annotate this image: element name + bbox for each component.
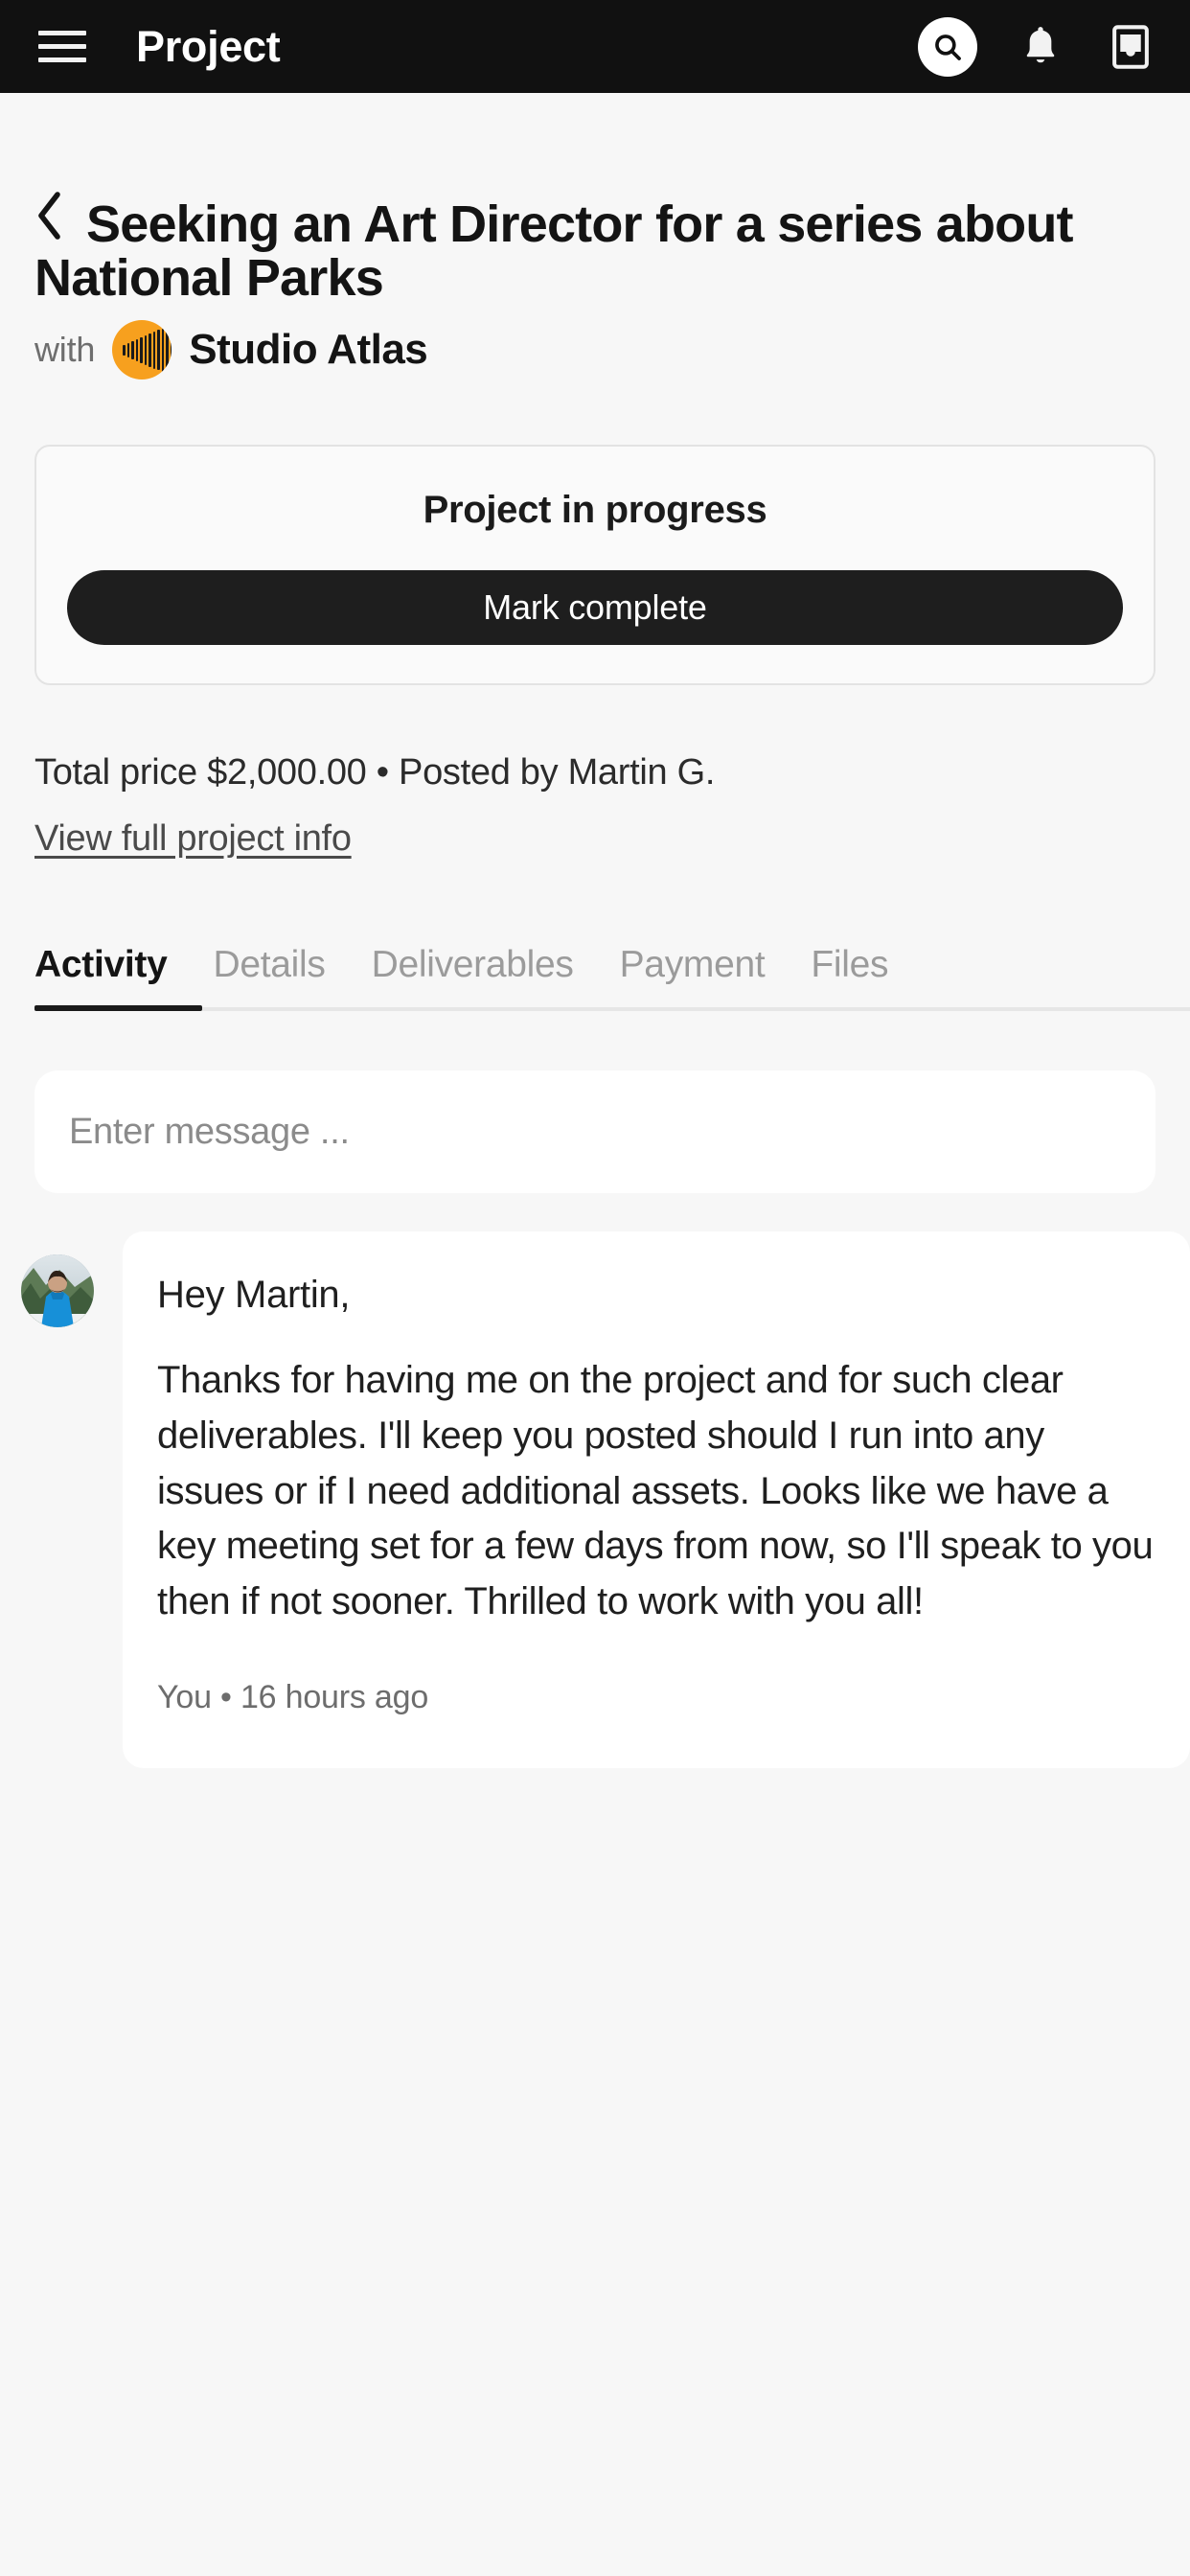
hamburger-menu-icon[interactable] [38,28,86,66]
chevron-left-icon[interactable] [34,191,65,250]
bell-icon[interactable] [1014,20,1067,74]
studio-logo-icon [112,320,172,380]
main-content: Seeking an Art Director for a series abo… [0,93,1190,1769]
message-card: Hey Martin, Thanks for having me on the … [123,1231,1190,1769]
message-greeting: Hey Martin, [157,1274,351,1317]
app-title: Project [136,21,281,71]
topbar-actions [918,16,1157,77]
tab-strip: Activity Details Deliverables Payment Fi… [34,944,1190,1012]
tab-strip-divider [34,1007,1190,1012]
project-header: Seeking an Art Director for a series abo… [34,93,1156,380]
project-status-card: Project in progress Mark complete [34,445,1156,686]
activity-thread: Hey Martin, Thanks for having me on the … [21,1231,1190,1769]
top-app-bar: Project [0,0,1190,93]
active-tab-indicator [34,1005,202,1012]
hamburger-bar [38,31,86,35]
tab-deliverables[interactable]: Deliverables [372,944,574,990]
message-input[interactable]: Enter message ... [34,1070,1156,1194]
soundwave-bars [123,327,172,374]
view-full-project-info-link[interactable]: View full project info [34,818,352,860]
tab-activity[interactable]: Activity [34,944,168,990]
bell-glyph [1026,26,1055,62]
search-glyph [935,34,961,60]
hamburger-bar [38,58,86,62]
tab-payment[interactable]: Payment [620,944,766,990]
message-input-placeholder: Enter message ... [69,1111,350,1152]
inbox-tray-icon[interactable] [1104,20,1157,74]
mark-complete-button[interactable]: Mark complete [67,570,1123,646]
message-meta: You • 16 hours ago [157,1679,429,1716]
avatar-photo [21,1254,94,1328]
tab-files[interactable]: Files [811,944,888,990]
inbox-glyph [1112,24,1149,69]
message-body: Thanks for having me on the project and … [157,1359,1154,1622]
status-badge: Project in progress [423,489,767,532]
studio-name[interactable]: Studio Atlas [189,326,428,374]
tab-details[interactable]: Details [213,944,325,990]
app-screen: Project Seeking an Art Director for a se… [0,0,1190,2576]
search-icon[interactable] [918,16,977,77]
client-row: with Studio Atlas [34,320,1156,380]
page-title: Seeking an Art Director for a series abo… [34,191,1156,305]
chevron-left-glyph [38,192,60,240]
tab-list[interactable]: Activity Details Deliverables Payment Fi… [34,944,1190,1012]
hamburger-bar [38,44,86,49]
page-title-text: Seeking an Art Director for a series abo… [34,196,1074,308]
project-meta-summary: Total price $2,000.00 • Posted by Martin… [34,752,716,794]
with-label: with [34,330,96,370]
avatar[interactable] [21,1254,94,1328]
